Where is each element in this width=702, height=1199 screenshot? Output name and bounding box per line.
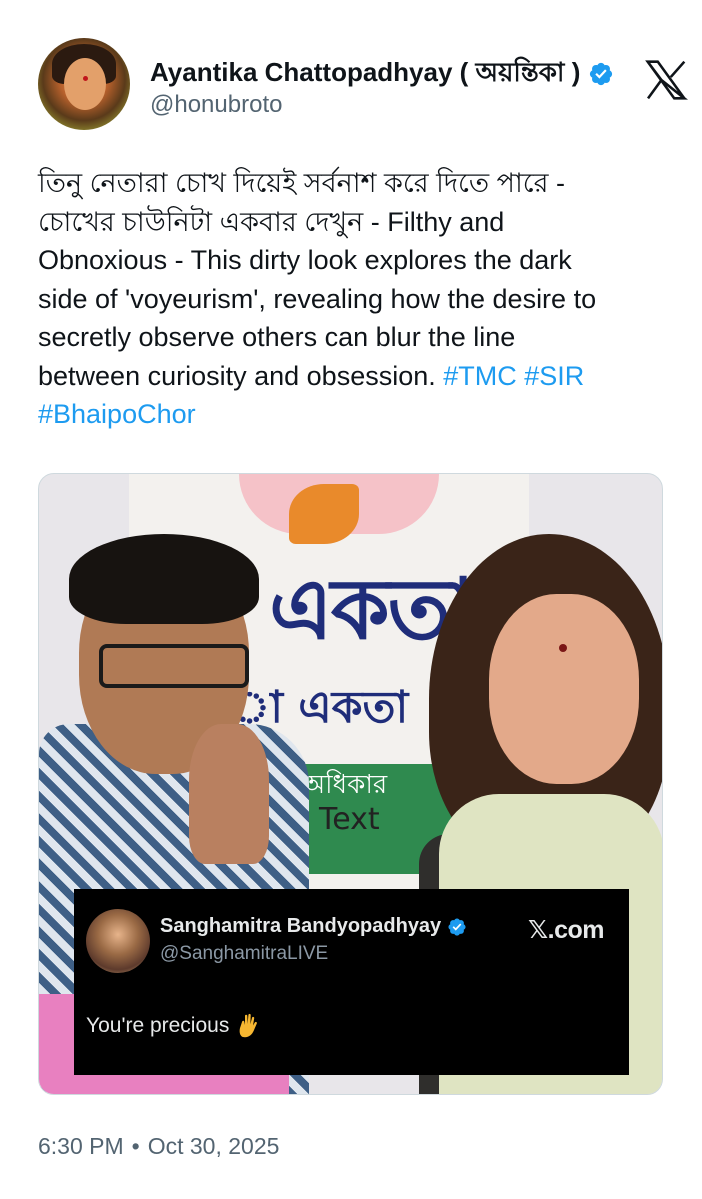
pinched-fingers-emoji-icon bbox=[239, 1013, 258, 1038]
quoted-author-name: Sanghamitra Bandyopadhyay bbox=[160, 915, 442, 937]
quoted-author-handle: @SanghamitraLIVE bbox=[160, 943, 329, 964]
author-name[interactable]: Ayantika Chattopadhyay ( অয়ন্তিকা ) bbox=[150, 52, 580, 96]
tweet-text-line-2: চোখের চাউনিটা একবার দেখুন - Filthy and bbox=[38, 206, 505, 237]
hashtag-sir[interactable]: #SIR bbox=[524, 361, 584, 391]
tweet-time: 6:30 PM bbox=[38, 1133, 124, 1159]
quoted-verified-badge-icon bbox=[448, 917, 466, 936]
quoted-author-avatar bbox=[86, 909, 150, 973]
verified-badge-icon bbox=[590, 62, 613, 86]
x-logo-icon[interactable] bbox=[644, 58, 688, 102]
author-handle[interactable]: @honubroto bbox=[150, 91, 282, 119]
tweet-text-line-5: secretly observe others can blur the lin… bbox=[38, 322, 516, 352]
tweet-text-line-4: side of 'voyeurism', revealing how the d… bbox=[38, 283, 597, 314]
tweet-text-line-6: between curiosity and obsession. bbox=[38, 360, 444, 391]
tweet-date: Oct 30, 2025 bbox=[147, 1133, 280, 1159]
quoted-tweet-text: You're precious bbox=[86, 1013, 259, 1039]
tweet-body: তিনু নেতারা চোখ দিয়েই সর্বনাশ করে দিতে … bbox=[38, 164, 668, 434]
author-name-row[interactable]: Ayantika Chattopadhyay ( অয়ন্তিকা ) bbox=[150, 52, 614, 96]
timestamp-separator: • bbox=[131, 1133, 140, 1159]
x-com-brand: 𝕏.com bbox=[528, 916, 605, 944]
quoted-name-row: Sanghamitra Bandyopadhyay bbox=[160, 915, 467, 938]
quoted-text: You're precious bbox=[86, 1014, 230, 1037]
hashtag-bhaipochor[interactable]: #BhaipoChor bbox=[38, 399, 196, 429]
quoted-tweet-card: Sanghamitra Bandyopadhyay @SanghamitraLI… bbox=[74, 889, 629, 1075]
tweet-media-image[interactable]: একতা া একতা Text • অধিকার Sanghamitra Ba… bbox=[38, 473, 663, 1095]
tweet-header: Ayantika Chattopadhyay ( অয়ন্তিকা ) @ho… bbox=[38, 38, 688, 134]
tweet-text-line-3: Obnoxious - This dirty look explores the… bbox=[38, 245, 572, 275]
author-avatar[interactable] bbox=[38, 38, 130, 130]
tweet-text-line-1: তিনু নেতারা চোখ দিয়েই সর্বনাশ করে দিতে … bbox=[38, 168, 565, 198]
hashtag-tmc[interactable]: #TMC bbox=[443, 361, 517, 391]
tweet-timestamp[interactable]: 6:30 PM • Oct 30, 2025 bbox=[38, 1133, 279, 1160]
